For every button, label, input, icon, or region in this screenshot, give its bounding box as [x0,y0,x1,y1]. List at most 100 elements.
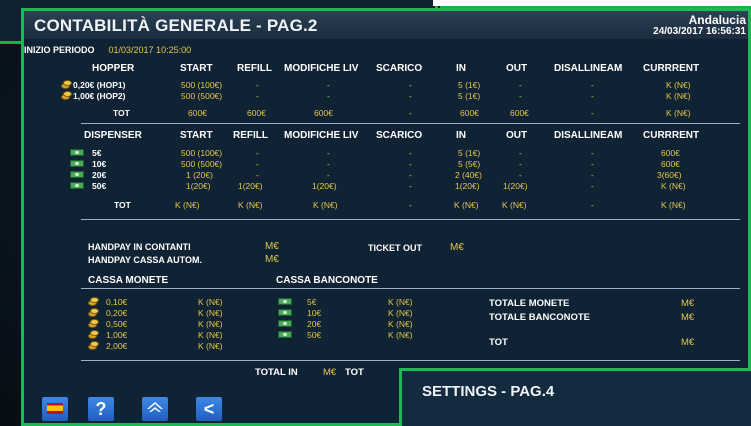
coin-icon [88,319,99,328]
dispenser-cell: 1(20€) [238,181,263,191]
hopper-tot-cell: 600€ [188,108,207,118]
col-header: REFILL [233,130,268,141]
cassa-banconote-title: CASSA BANCONOTE [276,275,378,286]
language-button[interactable] [42,397,68,421]
cassa-banconote-value: K (N€) [388,297,413,307]
totale-banconote-label: TOTALE BANCONOTE [489,312,590,323]
panel-header: CONTABILITÀ GENERALE - PAG.2 Andalucia 2… [24,11,748,39]
back-icon: < [203,399,215,419]
page-title: CONTABILITÀ GENERALE - PAG.2 [34,16,318,35]
dispenser-cell: 500 (100€) [181,148,223,158]
col-header: IN [456,130,466,141]
banknote-icon [70,160,84,167]
help-icon: ? [95,399,107,419]
cassa-monete-value: K (N€) [198,319,223,329]
cassa-monete-title: CASSA MONETE [88,275,169,286]
cassa-banconote-value: K (N€) [388,330,413,340]
dispenser-cell: 1 (20€) [186,170,213,180]
hopper-cell: - [327,91,330,101]
accounting-panel: CONTABILITÀ GENERALE - PAG.2 Andalucia 2… [21,8,751,426]
totale-banconote-value: M€ [681,312,695,323]
total-in-label: TOTAL IN [255,367,298,378]
cassa-banconote-denom: 50€ [307,330,322,340]
hopper-row-name: 0,20€ (HOP1) [73,80,126,90]
dispenser-cell: - [409,148,412,158]
hopper-tot-cell: - [591,108,594,118]
cassa-monete-denom: 0,20€ [106,308,128,318]
dispenser-tot-cell: K (N€) [175,200,200,210]
coin-icon [88,330,99,339]
dispenser-row-name: 10€ [92,159,107,169]
dispenser-cell: 1(20€) [312,181,337,191]
dispenser-cell: - [327,170,330,180]
dispenser-cell: - [327,159,330,169]
settings-title: SETTINGS - PAG.4 [422,383,555,400]
dispenser-tot-cell: K (N€) [454,200,479,210]
tot-value: M€ [681,337,695,348]
dispenser-cell: - [256,170,259,180]
home-button[interactable] [142,397,168,421]
ticket-out-label: TICKET OUT [368,243,422,253]
divider [81,123,740,124]
col-header: START [180,130,213,141]
hopper-cell: K (N€) [666,80,691,90]
banknote-icon [70,171,84,178]
dispenser-cell: 600€ [661,148,680,158]
cassa-monete-denom: 0,10€ [106,297,128,307]
back-button[interactable]: < [196,397,222,421]
hopper-tot-cell: 600€ [314,108,333,118]
dispenser-tot-cell: - [591,200,594,210]
divider [81,288,740,289]
handpay-contanti-value: M€ [265,241,279,252]
cassa-monete-value: K (N€) [198,330,223,340]
dispenser-cell: 1(20€) [503,181,528,191]
banknote-icon [278,298,292,305]
col-header: SCARICO [376,63,423,74]
coin-icon [88,308,99,317]
dispenser-row-name: 5€ [92,148,102,158]
cassa-monete-value: K (N€) [198,308,223,318]
home-icon [147,401,163,412]
col-header: OUT [506,130,528,141]
help-button[interactable]: ? [88,397,114,421]
hopper-cell: - [591,91,594,101]
cassa-monete-value: K (N€) [198,341,223,351]
dispenser-tot-label: TOT [114,200,131,210]
divider [81,219,740,220]
banknote-icon [70,182,84,189]
cassa-banconote-value: K (N€) [388,319,413,329]
dispenser-cell: - [519,148,522,158]
coin-icon [61,80,72,89]
banknote-icon [278,320,292,327]
dispenser-cell: - [409,181,412,191]
dispenser-tot-cell: - [409,200,412,210]
ticket-out-value: M€ [450,242,464,253]
hopper-cell: - [409,80,412,90]
hopper-cell: - [327,80,330,90]
dispenser-cell: 5 (1€) [458,148,481,158]
handpay-contanti-label: HANDPAY IN CONTANTI [88,242,191,252]
banknote-icon [278,331,292,338]
dispenser-cell: - [591,148,594,158]
banknote-icon [278,309,292,316]
period-value: 01/03/2017 10:25:00 [108,45,192,55]
dispenser-cell: 3(60€) [657,170,682,180]
settings-window[interactable]: SETTINGS - PAG.4 [399,368,751,426]
dispenser-cell: 600€ [661,159,680,169]
dispenser-cell: - [256,159,259,169]
coin-icon [88,341,99,350]
dispenser-tot-cell: K (N€) [661,200,686,210]
col-header: MODIFICHE LIV [284,130,359,141]
dispenser-cell: 1(20€) [186,181,211,191]
col-header: IN [456,63,466,74]
dispenser-cell: 500 (500€) [181,159,223,169]
dispenser-cell: K (N€) [661,181,686,191]
total-out-label: TOT [345,367,364,378]
hopper-tot-cell: K (N€) [666,108,691,118]
dispenser-row-name: 20€ [92,170,107,180]
hopper-tot-label: TOT [113,108,130,118]
dispenser-cell: - [519,170,522,180]
banknote-icon [70,149,84,156]
total-in-value: M€ [323,367,337,378]
dispenser-cell: - [256,148,259,158]
